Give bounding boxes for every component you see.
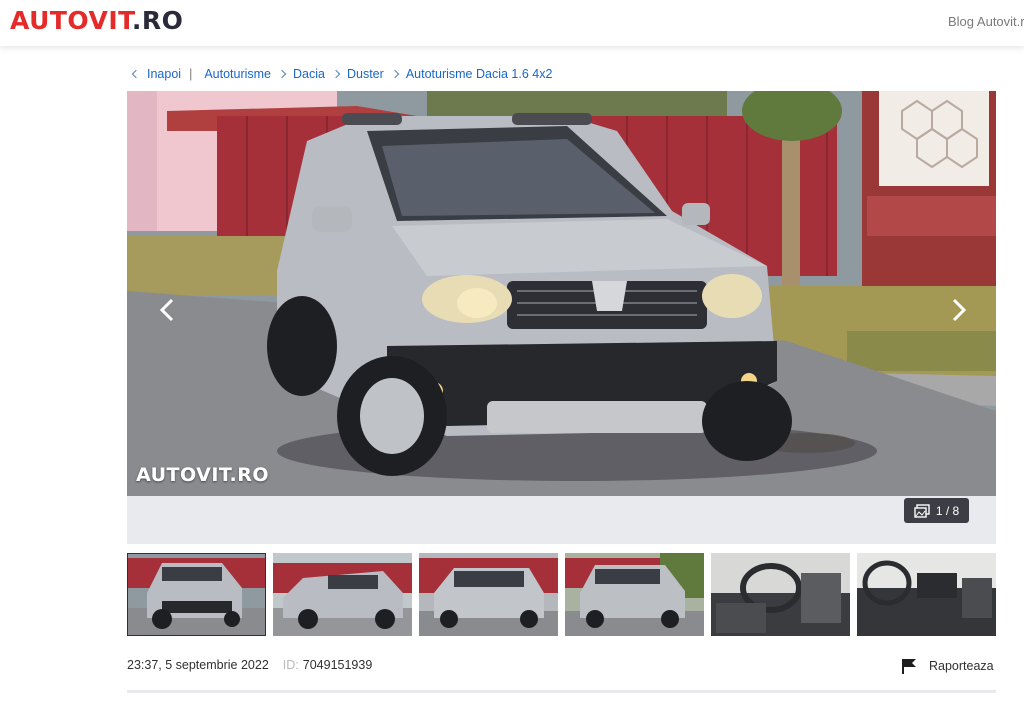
photo-watermark: AUTOVIT.RO (136, 464, 269, 486)
photo-counter-text: 1 / 8 (935, 503, 960, 518)
thumbnail-strip (127, 553, 996, 636)
photo-counter[interactable]: 1 / 8 (904, 498, 969, 523)
previous-photo-button[interactable] (155, 298, 179, 322)
thumbnail-image (419, 553, 558, 636)
logo-domain: .RO (131, 6, 184, 35)
chevron-right-icon (390, 69, 400, 79)
flag-icon (902, 659, 916, 674)
report-button[interactable]: Raporteaza (901, 658, 994, 674)
chevron-left-icon (159, 298, 174, 322)
logo-text: AUTOVIT (10, 6, 132, 35)
breadcrumb-dacia[interactable]: Dacia (293, 67, 325, 81)
breadcrumb: Inapoi | Autoturisme Dacia Duster Autotu… (129, 66, 552, 82)
site-header: AUTOVIT.RO Blog Autovit.ro (0, 0, 1024, 46)
listing-id-label: ID: (282, 658, 299, 672)
thumbnail-1[interactable] (127, 553, 266, 636)
back-link[interactable]: Inapoi (147, 67, 181, 81)
breadcrumb-duster[interactable]: Duster (347, 67, 384, 81)
posted-date: 23:37, 5 septembrie 2022 (127, 658, 269, 672)
photo-gallery: AUTOVIT.RO 1 / 8 (127, 91, 996, 544)
thumbnail-image (857, 553, 996, 636)
photos-icon (914, 503, 930, 518)
thumbnail-4[interactable] (565, 553, 704, 636)
thumbnail-image (711, 553, 850, 636)
thumbnail-6[interactable] (857, 553, 996, 636)
car-photo-image (127, 91, 996, 496)
thumbnail-image (127, 553, 266, 636)
breadcrumb-autoturisme[interactable]: Autoturisme (204, 67, 271, 81)
listing-id-value: 7049151939 (302, 658, 373, 672)
report-label: Raporteaza (929, 659, 994, 673)
breadcrumb-separator: | (189, 67, 193, 81)
section-divider (127, 690, 996, 693)
chevron-right-icon (331, 69, 341, 79)
thumbnail-5[interactable] (711, 553, 850, 636)
listing-meta: 23:37, 5 septembrie 2022 ID: 7049151939 (127, 658, 372, 672)
thumbnail-3[interactable] (419, 553, 558, 636)
breadcrumb-current[interactable]: Autoturisme Dacia 1.6 4x2 (406, 67, 553, 81)
chevron-right-icon (277, 69, 287, 79)
autovit-logo[interactable]: AUTOVIT.RO (10, 6, 183, 35)
thumbnail-image (565, 553, 704, 636)
next-photo-button[interactable] (947, 298, 971, 322)
blog-link[interactable]: Blog Autovit.ro (948, 14, 1024, 29)
thumbnail-image (273, 553, 412, 636)
chevron-right-icon (952, 298, 967, 322)
main-car-photo[interactable]: AUTOVIT.RO (127, 91, 996, 496)
chevron-left-icon (131, 69, 141, 79)
thumbnail-2[interactable] (273, 553, 412, 636)
